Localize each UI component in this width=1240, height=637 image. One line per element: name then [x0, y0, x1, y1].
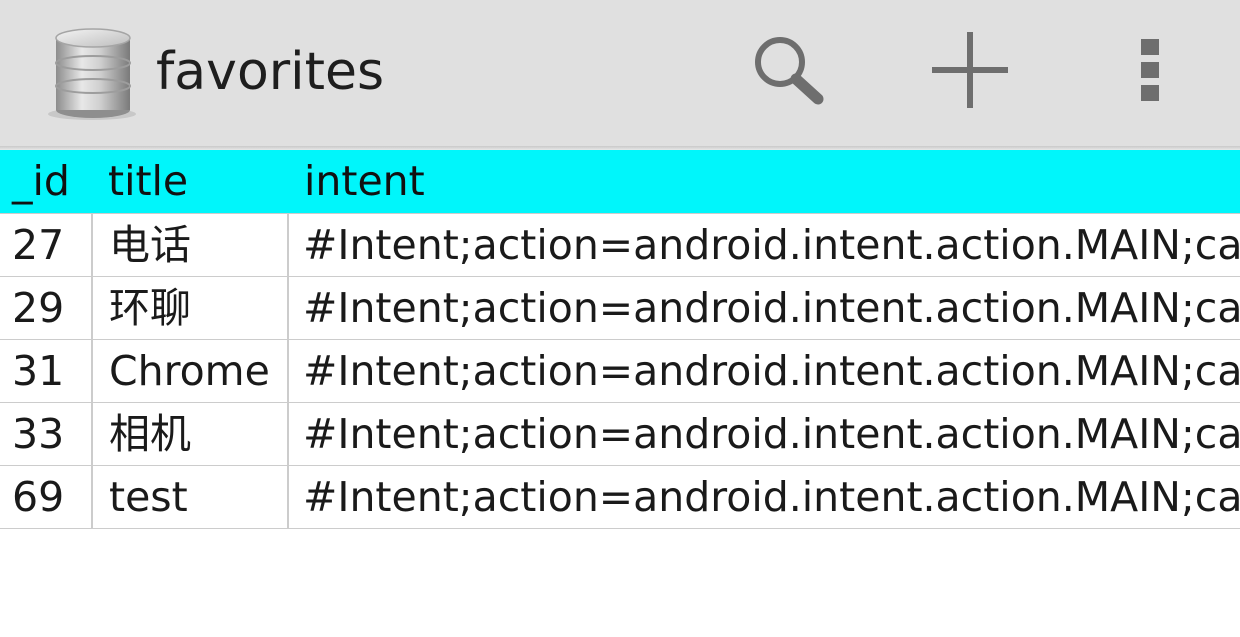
column-header-intent[interactable]: intent — [288, 150, 1240, 213]
search-button[interactable] — [740, 30, 836, 114]
data-table: _id title intent 27 电话 #Intent;action=an… — [0, 150, 1240, 529]
table-row[interactable]: 31 Chrome #Intent;action=android.intent.… — [0, 338, 1240, 403]
cell-id: 27 — [0, 212, 92, 277]
cell-intent: #Intent;action=android.intent.action.MAI… — [287, 275, 1240, 340]
cell-title: 电话 — [91, 212, 288, 277]
database-icon — [44, 24, 136, 122]
table-row[interactable]: 33 相机 #Intent;action=android.intent.acti… — [0, 401, 1240, 466]
cell-title: 环聊 — [91, 275, 288, 340]
table-row[interactable]: 29 环聊 #Intent;action=android.intent.acti… — [0, 275, 1240, 340]
search-icon — [750, 33, 826, 111]
cell-id: 31 — [0, 338, 92, 403]
cell-title: 相机 — [91, 401, 288, 466]
cell-intent: #Intent;action=android.intent.action.MAI… — [287, 338, 1240, 403]
cell-intent: #Intent;action=android.intent.action.MAI… — [287, 212, 1240, 277]
cell-intent: #Intent;action=android.intent.action.MAI… — [287, 401, 1240, 466]
page-title: favorites — [156, 42, 385, 102]
add-button[interactable] — [920, 30, 1020, 114]
table-row[interactable]: 27 电话 #Intent;action=android.intent.acti… — [0, 212, 1240, 277]
cell-id: 29 — [0, 275, 92, 340]
cell-title: Chrome — [91, 338, 288, 403]
cell-id: 69 — [0, 464, 92, 529]
column-header-title[interactable]: title — [92, 150, 288, 213]
column-header-id[interactable]: _id — [0, 150, 92, 213]
cell-title: test — [91, 464, 288, 529]
plus-icon — [930, 30, 1010, 114]
overflow-menu-button[interactable] — [1120, 30, 1180, 114]
table-header-row: _id title intent — [0, 150, 1240, 213]
cell-intent: #Intent;action=android.intent.action.MAI… — [287, 464, 1240, 529]
toolbar: favorites — [0, 0, 1240, 148]
cell-id: 33 — [0, 401, 92, 466]
overflow-menu-icon — [1140, 37, 1160, 107]
table-row[interactable]: 69 test #Intent;action=android.intent.ac… — [0, 464, 1240, 529]
